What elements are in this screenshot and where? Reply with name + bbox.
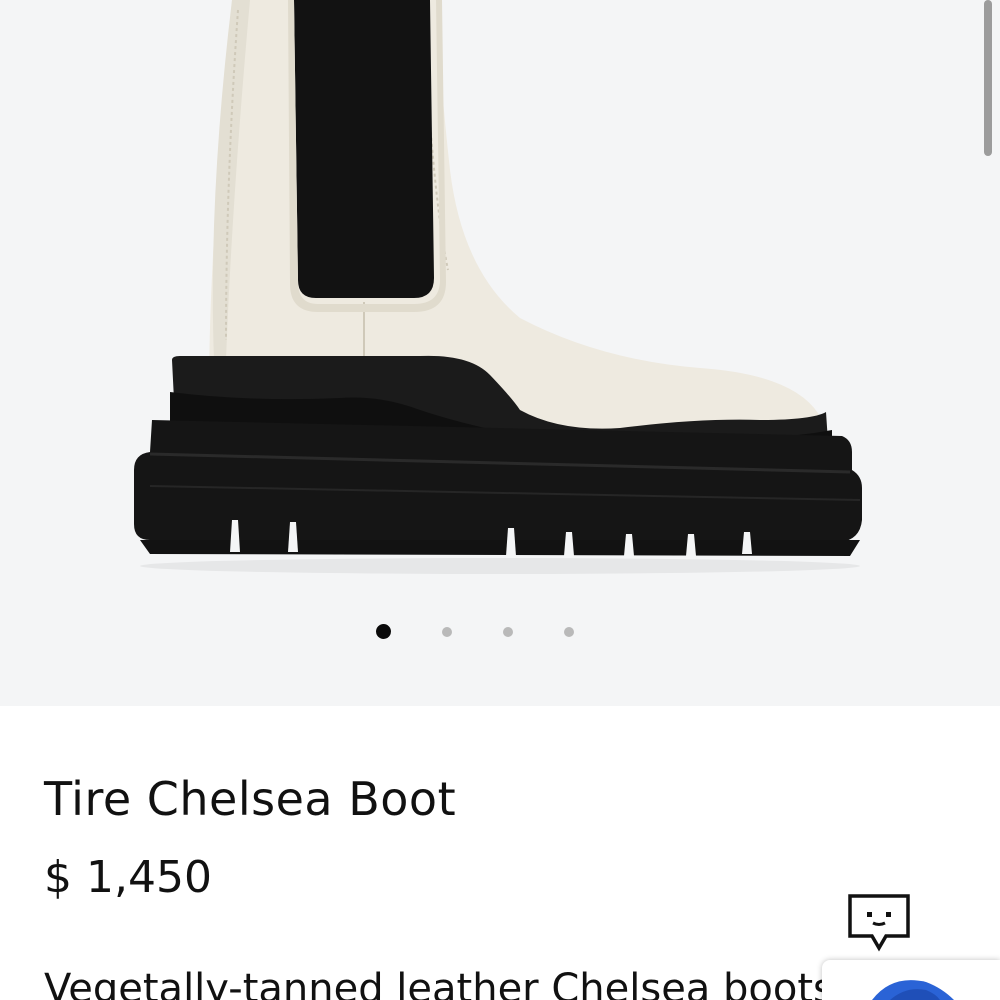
gallery-pagination[interactable] xyxy=(0,622,1000,640)
product-title: Tire Chelsea Boot xyxy=(44,772,457,826)
chat-button[interactable] xyxy=(846,892,912,956)
scrollbar[interactable] xyxy=(984,0,992,156)
product-image-gallery[interactable] xyxy=(0,0,1000,706)
product-price: $ 1,450 xyxy=(44,852,212,903)
boot-outsole xyxy=(134,420,862,542)
boot-image xyxy=(134,0,862,574)
elastic-panel xyxy=(294,0,434,298)
product-page: Tire Chelsea Boot $ 1,450 Vegetally-tann… xyxy=(0,0,1000,1000)
gallery-dot-1[interactable] xyxy=(376,624,391,639)
corner-badge[interactable] xyxy=(822,960,1000,1000)
chat-bubble-icon xyxy=(848,894,910,952)
gallery-dot-4[interactable] xyxy=(564,627,574,637)
product-description: Vegetally-tanned leather Chelsea boots xyxy=(44,966,834,1000)
gallery-dot-3[interactable] xyxy=(503,627,513,637)
gallery-dot-2[interactable] xyxy=(442,627,452,637)
logo-badge-icon xyxy=(872,980,954,1000)
